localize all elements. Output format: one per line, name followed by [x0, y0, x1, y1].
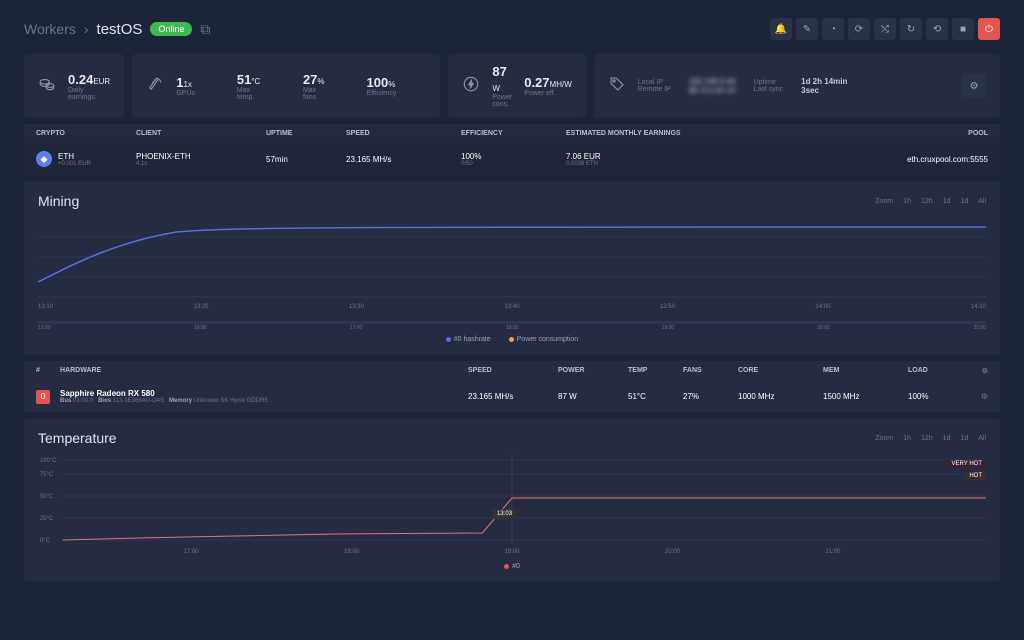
- temperature-panel: Temperature Zoom 1h 12h 1d 1d All VERY H…: [24, 418, 1000, 582]
- crypto-row[interactable]: ◆ ETH+0.001 EUR PHOENIX-ETH4.1c 57min 23…: [24, 143, 1000, 175]
- toolbar: 🔔 ✎ ◔ ⟳ ⤭ ↻ ⟲ ■ ⏻: [770, 18, 1000, 40]
- bolt-icon: [462, 75, 480, 98]
- zoom-12h[interactable]: 12h: [921, 198, 933, 205]
- hw-gear-icon[interactable]: ⚙: [968, 392, 988, 401]
- svg-text:100°C: 100°C: [40, 458, 57, 464]
- tag-icon: [608, 75, 626, 98]
- gpu-index-badge: 0: [36, 390, 50, 404]
- eth-icon: ◆: [36, 151, 52, 167]
- coins-icon: [38, 75, 56, 98]
- breadcrumb-sep: ›: [84, 21, 89, 37]
- search-button[interactable]: ⚙: [962, 74, 986, 98]
- mining-panel: Mining Zoom 1h 12h 1d 1d All 13:10 13:20…: [24, 181, 1000, 355]
- breadcrumb-parent[interactable]: Workers: [24, 21, 76, 37]
- refresh-icon[interactable]: ⟳: [848, 18, 870, 40]
- copy-icon[interactable]: ⧉: [200, 21, 210, 38]
- hardware-row[interactable]: 0 Sapphire Radeon RX 580 Bus 01:00.0 Bio…: [24, 381, 1000, 412]
- stat-earnings: 0.24EUR Daily earnings: [24, 54, 124, 118]
- gauge-icon[interactable]: ◔: [822, 18, 844, 40]
- mining-title: Mining: [38, 193, 79, 209]
- temperature-chart[interactable]: VERY HOT HOT 100°C 75°C 50°C 25°C 0°C 13…: [38, 454, 986, 547]
- svg-text:25°C: 25°C: [40, 516, 54, 522]
- hardware-table: # HARDWARE SPEED POWER TEMP FANS CORE ME…: [24, 361, 1000, 412]
- temp-tooltip: 13:03: [493, 509, 516, 519]
- stat-power: 87 W Power cons. 0.27MH/W Power eff.: [448, 54, 585, 118]
- earnings-value: 0.24: [68, 72, 93, 87]
- reload-icon[interactable]: ⟲: [926, 18, 948, 40]
- zoom-all[interactable]: All: [978, 198, 986, 205]
- svg-text:0°C: 0°C: [40, 538, 51, 544]
- pickaxe-icon: [146, 75, 164, 98]
- zoom-1d[interactable]: 1d: [943, 198, 951, 205]
- tzoom-1h[interactable]: 1h: [903, 435, 911, 442]
- temperature-time-axis: 17:00 18:00 19:00 20:00 21:00: [38, 547, 986, 557]
- zoom-1h[interactable]: 1h: [903, 198, 911, 205]
- earnings-label: Daily earnings: [68, 87, 110, 101]
- mining-legend: #0 hashrate Power consumption: [38, 336, 986, 343]
- cycle-icon[interactable]: ↻: [900, 18, 922, 40]
- crypto-table: CRYPTO CLIENT UPTIME SPEED EFFICIENCY ES…: [24, 124, 1000, 175]
- breadcrumb: Workers › testOS Online ⧉: [24, 21, 210, 38]
- shuffle-icon[interactable]: ⤭: [874, 18, 896, 40]
- svg-text:50°C: 50°C: [40, 494, 54, 500]
- zoom-1d2[interactable]: 1d: [960, 198, 968, 205]
- status-badge: Online: [150, 22, 192, 36]
- stat-hardware: 11x GPUs 51°C Max temp. 27% Max fans 100…: [132, 54, 440, 118]
- mining-time-axis: 13:10 13:20 13:30 13:40 13:50 14:00 14:1…: [38, 302, 986, 312]
- bell-icon[interactable]: 🔔: [770, 18, 792, 40]
- power-icon[interactable]: ⏻: [978, 18, 1000, 40]
- tzoom-12h[interactable]: 12h: [921, 435, 933, 442]
- mining-scrubber[interactable]: 15:00 16:00 17:00 18:00 19:00 20:00 21:0…: [38, 316, 986, 330]
- temperature-legend: #0: [38, 563, 986, 570]
- breadcrumb-worker: testOS: [97, 21, 143, 38]
- tzoom-1d[interactable]: 1d: [943, 435, 951, 442]
- temperature-zoom: Zoom 1h 12h 1d 1d All: [875, 435, 986, 442]
- mining-chart[interactable]: [38, 217, 986, 302]
- stat-network: Local IP Remote IP 192.168.0.40 89.212.5…: [594, 54, 1000, 118]
- temperature-title: Temperature: [38, 430, 117, 446]
- tzoom-1d2[interactable]: 1d: [960, 435, 968, 442]
- svg-text:75°C: 75°C: [40, 472, 54, 478]
- hw-gear-header-icon[interactable]: ⚙: [968, 367, 988, 375]
- stop-icon[interactable]: ■: [952, 18, 974, 40]
- mining-zoom: Zoom 1h 12h 1d 1d All: [875, 198, 986, 205]
- tzoom-all[interactable]: All: [978, 435, 986, 442]
- edit-icon[interactable]: ✎: [796, 18, 818, 40]
